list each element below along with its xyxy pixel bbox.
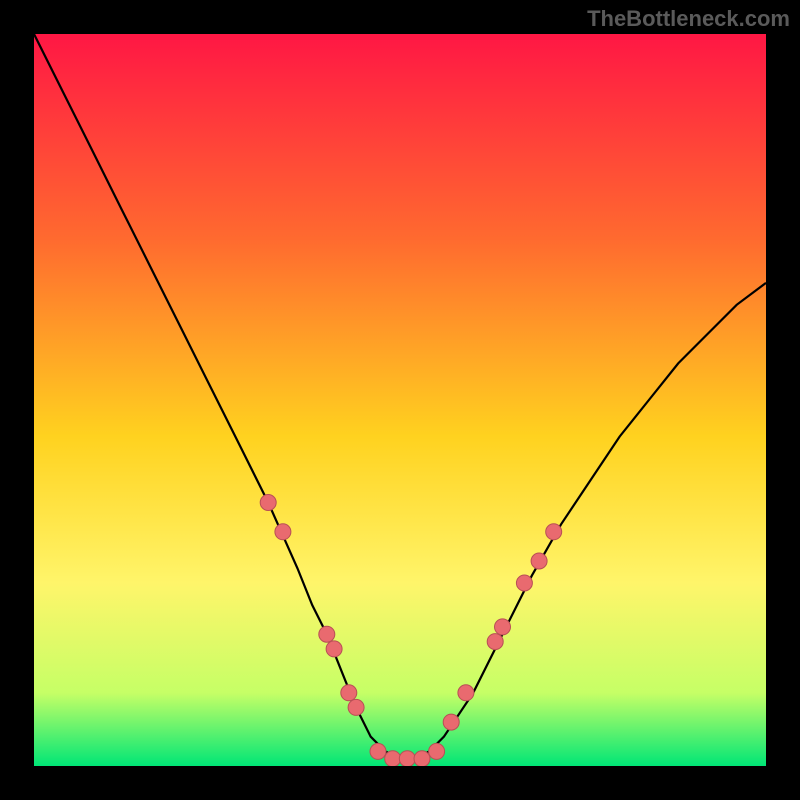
data-point xyxy=(260,495,276,511)
gradient-background xyxy=(34,34,766,766)
watermark-text: TheBottleneck.com xyxy=(587,6,790,32)
data-point xyxy=(546,524,562,540)
data-point xyxy=(458,685,474,701)
data-point xyxy=(385,751,401,766)
data-point xyxy=(341,685,357,701)
bottleneck-chart-svg xyxy=(34,34,766,766)
data-point xyxy=(414,751,430,766)
data-point xyxy=(370,743,386,759)
data-point xyxy=(275,524,291,540)
data-point xyxy=(443,714,459,730)
data-point xyxy=(516,575,532,591)
chart-plot-area xyxy=(34,34,766,766)
data-point xyxy=(399,751,415,766)
data-point xyxy=(319,626,335,642)
data-point xyxy=(348,699,364,715)
data-point xyxy=(487,634,503,650)
data-point xyxy=(531,553,547,569)
data-point xyxy=(495,619,511,635)
data-point xyxy=(429,743,445,759)
data-point xyxy=(326,641,342,657)
